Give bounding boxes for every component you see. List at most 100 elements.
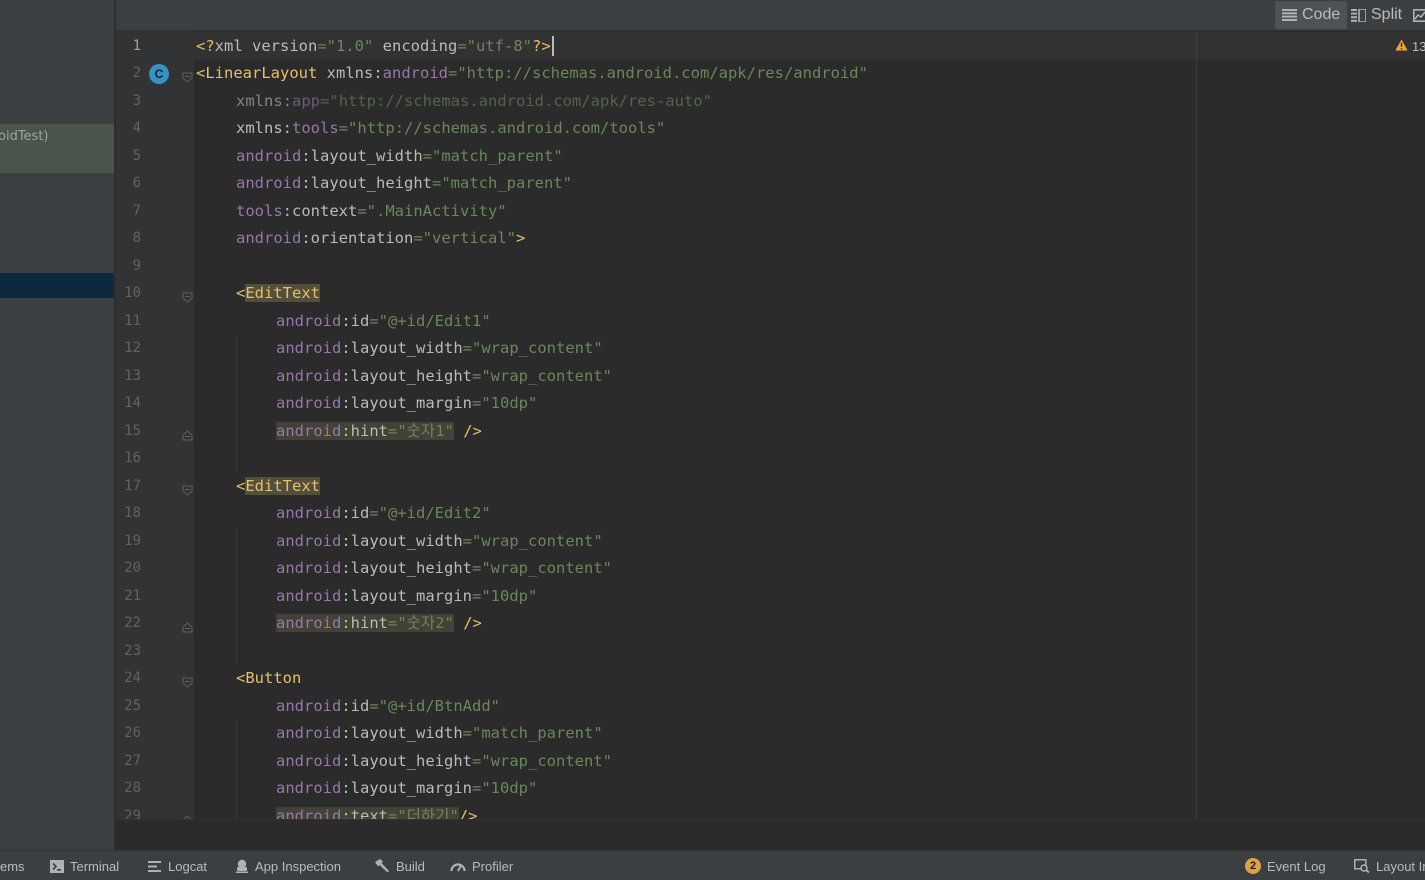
horizontal-scrollbar[interactable]: [116, 819, 1425, 850]
app-inspection-tool-button[interactable]: App Inspection: [235, 851, 341, 880]
fold-collapse-icon[interactable]: [182, 673, 193, 688]
attr-value: "wrap_content": [481, 559, 612, 577]
namespace: android: [276, 394, 342, 412]
tag-bracket: <: [236, 669, 246, 687]
equals: =: [320, 91, 330, 110]
code-mode-button[interactable]: Code: [1275, 1, 1348, 29]
project-tree-item-androidtest[interactable]: oidTest): [0, 124, 115, 173]
app-inspection-icon: [235, 859, 249, 873]
attr-value: "숫자1": [397, 421, 454, 440]
line-number: 28: [124, 780, 141, 796]
attr-value: "match_parent": [472, 724, 603, 742]
code-line-1: <?xml version="1.0" encoding="utf-8"?>: [196, 33, 554, 61]
app-inspection-label: App Inspection: [255, 858, 342, 874]
fold-end-icon[interactable]: [182, 811, 193, 819]
attr-name: id: [350, 311, 370, 330]
attr-name: layout_height: [350, 366, 472, 385]
equals: =: [413, 229, 423, 247]
attr-name: id: [350, 504, 370, 522]
colon: :: [341, 339, 351, 357]
attr-name: layout_width: [310, 146, 423, 165]
code-line-26: android:layout_width="match_parent": [276, 720, 603, 748]
namespace: android: [276, 531, 342, 550]
colon: :: [341, 724, 351, 742]
line-number: 1: [132, 37, 141, 54]
line-number: 13: [124, 367, 141, 384]
design-mode-button[interactable]: [1406, 1, 1425, 29]
event-log-label: Event Log: [1267, 858, 1326, 874]
equals: =: [388, 806, 398, 820]
line-number: 27: [124, 752, 141, 769]
equals: =: [472, 559, 482, 577]
terminal-label: Terminal: [70, 858, 120, 874]
split-mode-button[interactable]: Split: [1344, 1, 1409, 29]
logcat-tool-button[interactable]: Logcat: [148, 851, 207, 880]
colon: :: [282, 119, 293, 137]
fold-end-icon[interactable]: [182, 618, 193, 633]
event-log-tool-button[interactable]: 2 Event Log: [1245, 851, 1326, 880]
problems-tool-button[interactable]: ems: [0, 851, 25, 880]
attr-name: layout_height: [350, 751, 472, 770]
attr-value: "10dp": [481, 779, 538, 797]
attr-name: layout_width: [350, 339, 463, 357]
pi-open: <?: [196, 36, 215, 55]
namespace: tools: [292, 119, 339, 137]
line-number: 4: [132, 120, 141, 136]
equals: =: [317, 36, 327, 55]
fold-collapse-icon[interactable]: [182, 68, 193, 83]
namespace: android: [276, 586, 342, 605]
layout-inspector-tool-button[interactable]: Layout In: [1354, 851, 1425, 880]
attr-value: "숫자2": [397, 614, 454, 632]
code-line-10: <EditText: [236, 280, 320, 308]
code-line-18: android:id="@+id/Edit2": [276, 500, 491, 528]
colon: :: [301, 146, 311, 165]
attr-value: "1.0": [326, 36, 374, 55]
attr-name: encoding: [373, 36, 458, 55]
right-margin-guide: [1196, 31, 1197, 819]
indent-guide: [236, 337, 237, 471]
namespace: android: [276, 421, 342, 440]
tag-name: EditText: [245, 284, 320, 302]
build-tool-button[interactable]: Build: [374, 851, 425, 880]
colon: :: [341, 366, 351, 385]
tag-bracket: <: [196, 64, 206, 82]
xml-code-editor[interactable]: <?xml version="1.0" encoding="utf-8"?> <…: [194, 31, 1425, 819]
attr-value: "wrap_content": [472, 339, 603, 357]
code-line-28: android:layout_margin="10dp": [276, 775, 537, 803]
equals: =: [472, 586, 482, 605]
class-reference-icon[interactable]: C: [149, 63, 169, 84]
project-tree-item-selected[interactable]: [0, 273, 115, 298]
event-log-count-badge: 2: [1245, 858, 1261, 874]
attr-name: orientation: [310, 229, 414, 247]
code-line-17: <EditText: [236, 473, 320, 501]
attr-value: "utf-8": [466, 36, 533, 55]
equals: =: [388, 421, 398, 440]
tag-bracket: >: [516, 229, 526, 247]
terminal-tool-button[interactable]: Terminal: [50, 851, 119, 880]
code-line-13: android:layout_height="wrap_content": [276, 363, 612, 391]
editor-toolbar: Code Split: [116, 0, 1425, 31]
equals: =: [388, 614, 398, 632]
equals: =: [472, 366, 482, 385]
namespace: android: [276, 779, 342, 797]
inspection-widget[interactable]: 13: [1395, 39, 1425, 54]
namespace: android: [276, 806, 342, 820]
colon: :: [341, 421, 351, 440]
problems-label: ems: [0, 858, 25, 874]
equals: =: [422, 146, 432, 165]
fold-collapse-icon[interactable]: [182, 481, 193, 496]
fold-collapse-icon[interactable]: [182, 288, 193, 303]
attr-name: xmlns: [236, 91, 283, 110]
code-line-29: android:text="더하기"/>: [276, 803, 477, 820]
profiler-tool-button[interactable]: Profiler: [450, 851, 513, 880]
equals: =: [448, 64, 458, 82]
attr-name: id: [350, 696, 370, 715]
attr-name: xmlns: [236, 119, 283, 137]
line-number-gutter[interactable]: 1 2 C 3 4 5 6 7 8 9 10 11 12 13 14 15 16 17 18 19 20 21 22 23 24…: [116, 31, 194, 819]
line-number: 2: [132, 65, 141, 81]
fold-end-icon[interactable]: [182, 426, 193, 440]
colon: :: [282, 201, 293, 220]
attr-name: layout_margin: [350, 394, 472, 412]
colon: :: [341, 806, 351, 820]
namespace: android: [276, 339, 342, 357]
